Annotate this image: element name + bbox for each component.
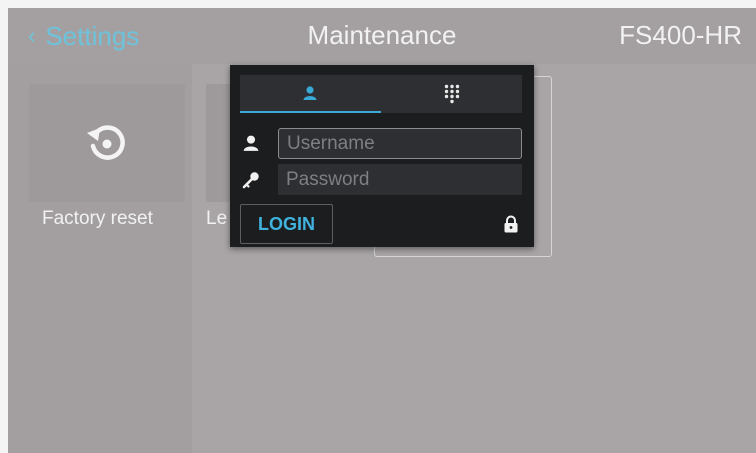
device-model: FS400-HR	[619, 20, 742, 50]
tab-selected-indicator	[240, 111, 381, 113]
username-input[interactable]	[278, 128, 522, 159]
device-screen: ‹ Settings Maintenance FS400-HR Factory …	[8, 8, 756, 453]
user-icon	[243, 135, 259, 151]
user-icon	[303, 86, 317, 100]
restore-icon	[87, 125, 125, 160]
factory-reset-tile[interactable]	[29, 84, 185, 202]
login-dialog: LOGIN	[230, 65, 534, 247]
second-tile-label: Le	[206, 208, 228, 229]
key-icon	[242, 172, 259, 189]
top-bar: ‹ Settings Maintenance FS400-HR	[8, 8, 756, 64]
tab-keypad[interactable]	[381, 75, 522, 113]
lock-icon	[504, 215, 518, 233]
factory-reset-label: Factory reset	[42, 208, 153, 229]
login-tabs	[240, 75, 522, 113]
password-input[interactable]	[278, 164, 522, 195]
login-button[interactable]: LOGIN	[240, 204, 333, 244]
tab-user[interactable]	[240, 75, 381, 113]
keypad-icon	[444, 84, 460, 104]
